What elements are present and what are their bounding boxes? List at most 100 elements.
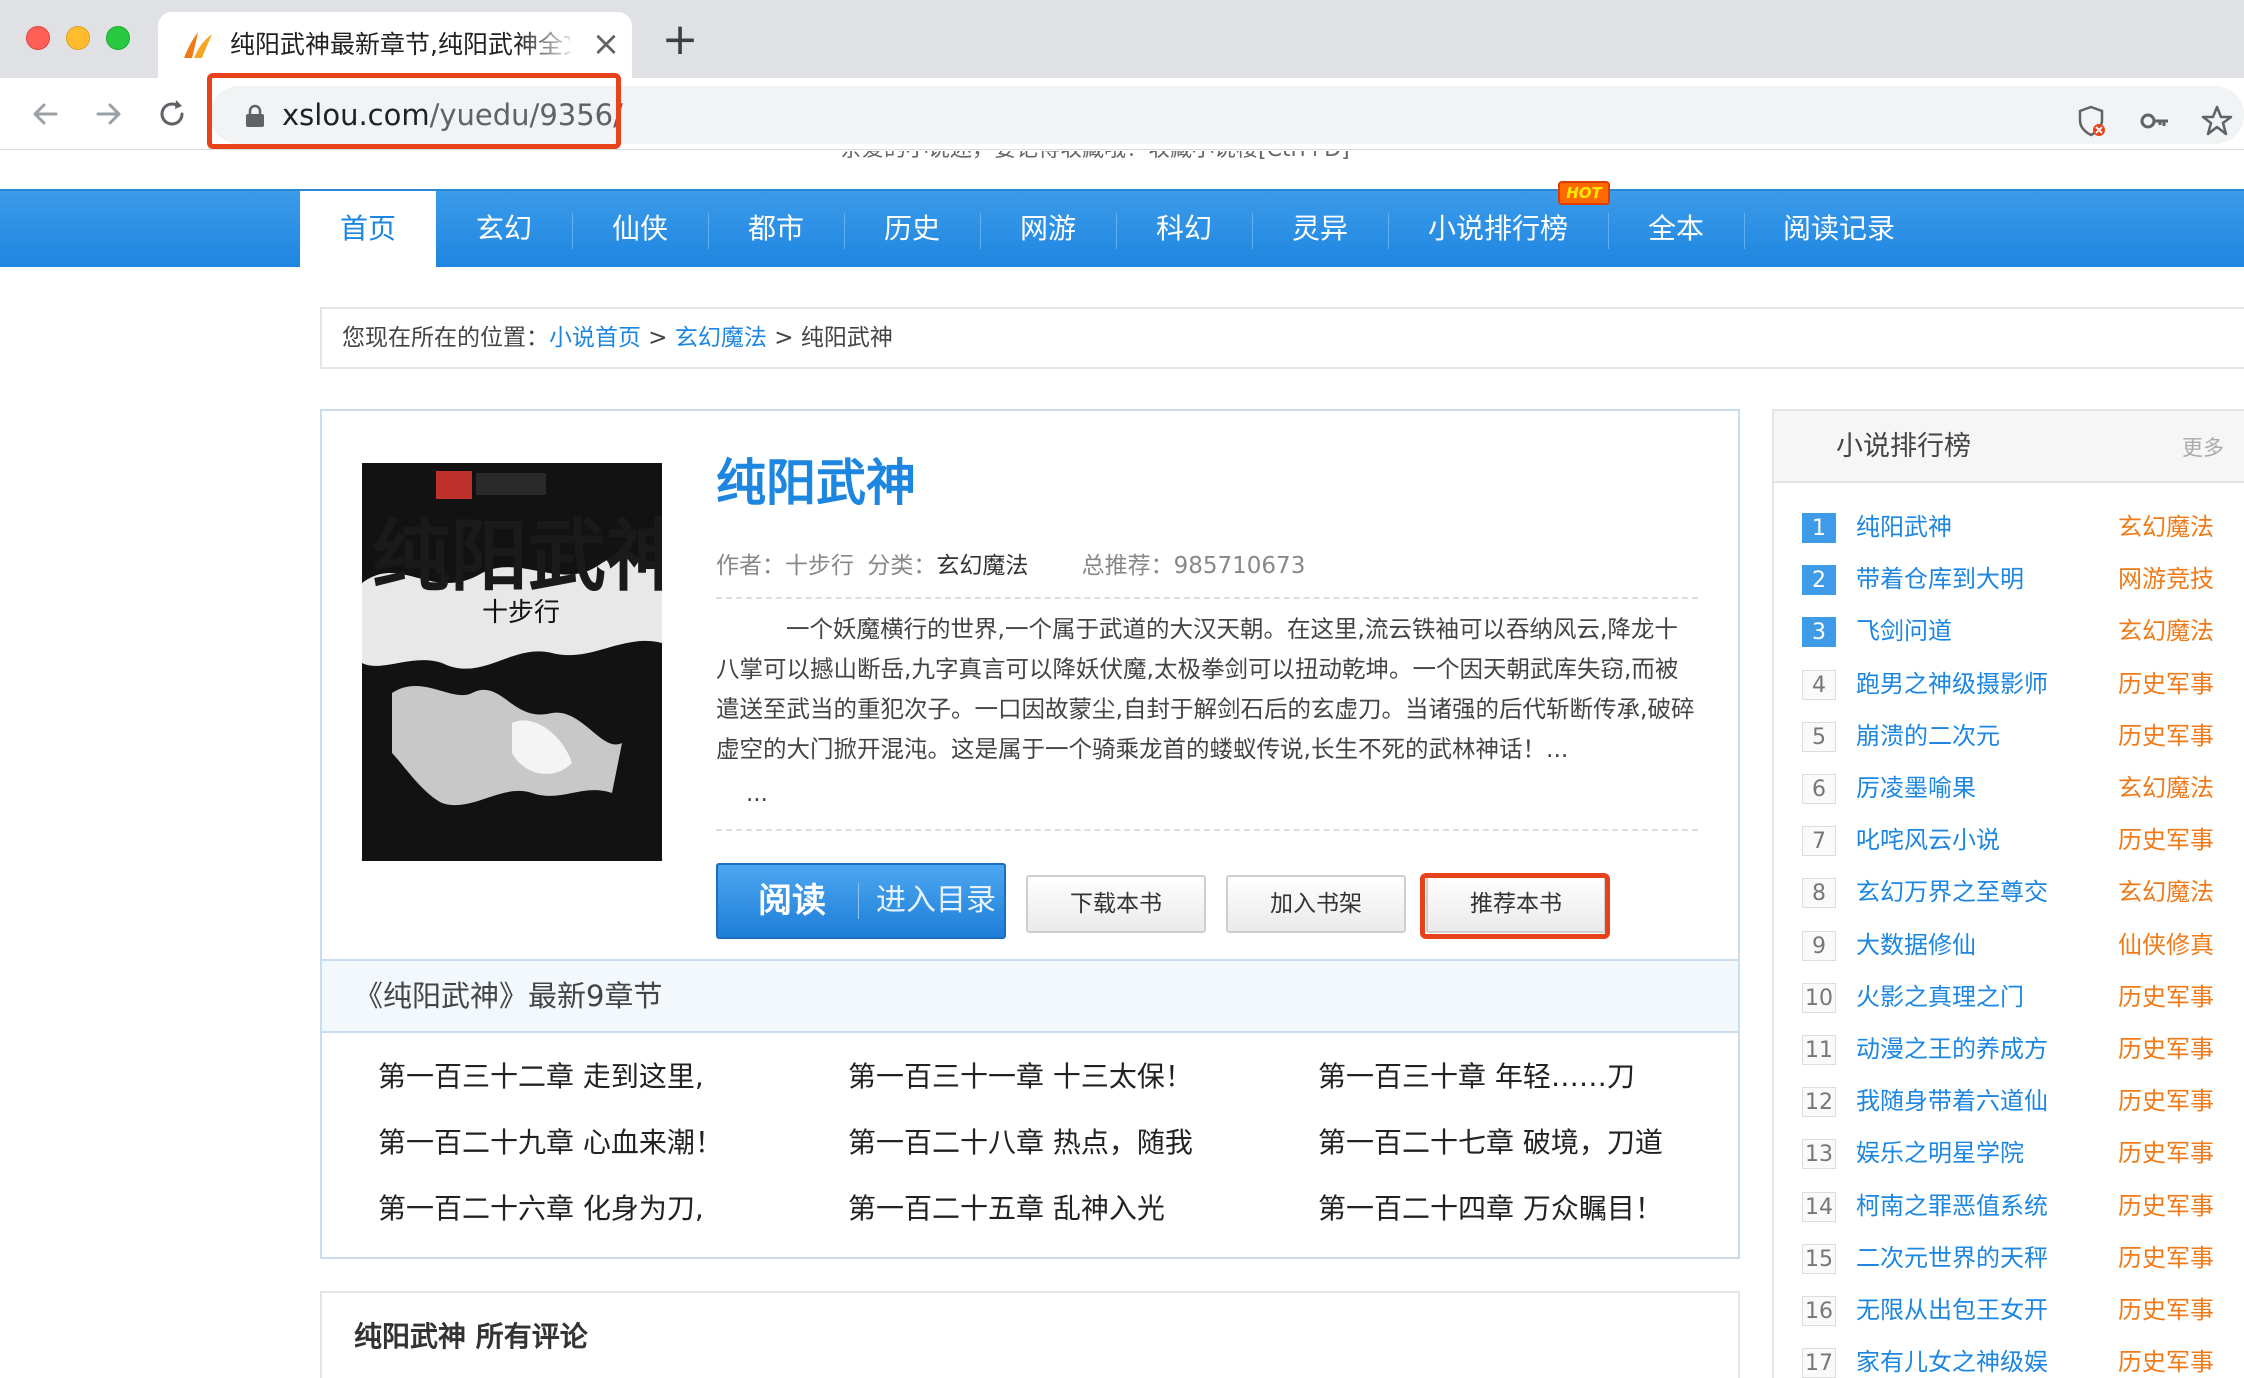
ranking-item[interactable]: 4 跑男之神级摄影师 历史军事 [1774,658,2244,710]
ranking-item[interactable]: 14 柯南之罪恶值系统 历史军事 [1774,1180,2244,1232]
nav-item-history[interactable]: 阅读记录 [1744,191,1934,269]
key-icon[interactable] [2138,104,2172,138]
chapter-link[interactable]: 第一百二十八章 热点，随我 [848,1123,1193,1163]
ranking-item[interactable]: 6 厉凌墨喻果 玄幻魔法 [1774,762,2244,814]
rank-number: 6 [1802,774,1836,804]
chapter-link[interactable]: 第一百三十二章 走到这里, [378,1057,704,1097]
ranking-item[interactable]: 17 家有儿女之神级娱 历史军事 [1774,1336,2244,1378]
chapter-link[interactable]: 第一百二十六章 化身为刀, [378,1189,704,1229]
rank-category-link[interactable]: 仙侠修真 [2118,927,2214,963]
add-to-shelf-button[interactable]: 加入书架 [1226,875,1406,933]
nav-item-home[interactable]: 首页 [300,191,436,269]
latest-chapters-heading: 《纯阳武神》最新9章节 [322,959,1738,1033]
nav-item-kehuan[interactable]: 科幻 [1116,191,1252,269]
rank-number: 17 [1802,1348,1836,1378]
rank-category-link[interactable]: 玄幻魔法 [2118,509,2214,545]
nav-item-complete[interactable]: 全本 [1608,191,1744,269]
rank-category-link[interactable]: 历史军事 [2118,822,2214,858]
rank-book-link[interactable]: 柯南之罪恶值系统 [1856,1188,2048,1224]
browser-tab-bar: 纯阳武神最新章节,纯阳武神全文 × + [0,0,2244,78]
rank-number: 5 [1802,721,1836,752]
breadcrumb-home-link[interactable]: 小说首页 [549,325,641,351]
chapter-link[interactable]: 第一百三十一章 十三太保！ [848,1057,1193,1097]
ranking-title: 小说排行榜 [1836,431,1971,462]
rank-book-link[interactable]: 崩溃的二次元 [1856,718,2000,754]
ranking-item[interactable]: 5 崩溃的二次元 历史军事 [1774,710,2244,762]
rank-book-link[interactable]: 玄幻万界之至尊交 [1856,874,2048,910]
nav-item-dushi[interactable]: 都市 [708,191,844,269]
ranking-panel: 小说排行榜 更多 1 纯阳武神 玄幻魔法 2 带着仓库到大明 网游竞技 3 飞剑问道 玄幻魔法 4… [1772,409,2244,1378]
rank-book-link[interactable]: 无限从出包王女开 [1856,1292,2048,1328]
nav-item-lingyi[interactable]: 灵异 [1252,191,1388,269]
nav-item-lishi[interactable]: 历史 [844,191,980,269]
rank-category-link[interactable]: 历史军事 [2118,1344,2214,1378]
rank-book-link[interactable]: 飞剑问道 [1856,613,1952,649]
bookmark-star-icon[interactable] [2200,104,2234,138]
book-title: 纯阳武神 [716,454,916,512]
rank-book-link[interactable]: 大数据修仙 [1856,927,1976,963]
rank-number: 4 [1802,669,1836,700]
chapter-link[interactable]: 第一百三十章 年轻……刀 [1318,1057,1635,1097]
book-cover-image[interactable]: 纯阳武神 十步行 [362,463,662,861]
rank-book-link[interactable]: 厉凌墨喻果 [1856,770,1976,806]
rank-category-link[interactable]: 玄幻魔法 [2118,613,2214,649]
rank-category-link[interactable]: 玄幻魔法 [2118,874,2214,910]
rank-category-link[interactable]: 历史军事 [2118,1240,2214,1276]
rank-book-link[interactable]: 火影之真理之门 [1856,979,2024,1015]
chapter-link[interactable]: 第一百二十七章 破境，刀道 [1318,1123,1663,1163]
read-button[interactable]: 阅读 进入目录 [716,863,1006,939]
ranking-item[interactable]: 3 飞剑问道 玄幻魔法 [1774,605,2244,657]
ranking-item[interactable]: 1 纯阳武神 玄幻魔法 [1774,501,2244,553]
minimize-window-button[interactable] [66,26,90,50]
ranking-item[interactable]: 2 带着仓库到大明 网游竞技 [1774,553,2244,605]
rank-category-link[interactable]: 网游竞技 [2118,561,2214,597]
rank-book-link[interactable]: 叱咤风云小说 [1856,822,2000,858]
rank-category-link[interactable]: 历史军事 [2118,1135,2214,1171]
chapter-link[interactable]: 第一百二十四章 万众瞩目！ [1318,1189,1663,1229]
rank-category-link[interactable]: 历史军事 [2118,1031,2214,1067]
rank-category-link[interactable]: 历史军事 [2118,1083,2214,1119]
close-window-button[interactable] [26,26,50,50]
rank-book-link[interactable]: 纯阳武神 [1856,509,1952,545]
rank-book-link[interactable]: 二次元世界的天秤 [1856,1240,2048,1276]
rank-book-link[interactable]: 我随身带着六道仙 [1856,1083,2048,1119]
rank-category-link[interactable]: 历史军事 [2118,1188,2214,1224]
nav-item-wangyou[interactable]: 网游 [980,191,1116,269]
new-tab-button[interactable]: + [660,18,700,62]
rank-category-link[interactable]: 历史军事 [2118,979,2214,1015]
chapter-link[interactable]: 第一百二十九章 心血来潮！ [378,1123,723,1163]
rank-book-link[interactable]: 家有儿女之神级娱 [1856,1344,2048,1378]
ranking-item[interactable]: 16 无限从出包王女开 历史军事 [1774,1284,2244,1336]
rank-category-link[interactable]: 历史军事 [2118,718,2214,754]
ranking-item[interactable]: 9 大数据修仙 仙侠修真 [1774,919,2244,971]
back-arrow-icon[interactable] [26,94,66,134]
rank-category-link[interactable]: 历史军事 [2118,666,2214,702]
browser-tab[interactable]: 纯阳武神最新章节,纯阳武神全文 × [158,12,632,78]
rank-book-link[interactable]: 跑男之神级摄影师 [1856,666,2048,702]
chapter-link[interactable]: 第一百二十五章 乱神入光 [848,1189,1165,1229]
ranking-more-link[interactable]: 更多 [2182,433,2224,463]
ranking-item[interactable]: 12 我随身带着六道仙 历史军事 [1774,1075,2244,1127]
rank-book-link[interactable]: 娱乐之明星学院 [1856,1135,2024,1171]
ranking-item[interactable]: 11 动漫之王的养成方 历史军事 [1774,1023,2244,1075]
reload-icon[interactable] [152,94,192,134]
rank-category-link[interactable]: 玄幻魔法 [2118,770,2214,806]
rank-category-link[interactable]: 历史军事 [2118,1292,2214,1328]
read-label: 阅读 [758,881,826,921]
ranking-item[interactable]: 15 二次元世界的天秤 历史军事 [1774,1232,2244,1284]
rank-book-link[interactable]: 带着仓库到大明 [1856,561,2024,597]
ranking-item[interactable]: 8 玄幻万界之至尊交 玄幻魔法 [1774,866,2244,918]
breadcrumb-category-link[interactable]: 玄幻魔法 [675,325,767,351]
rank-number: 8 [1802,878,1836,909]
tab-close-icon[interactable]: × [588,26,624,62]
shield-blocked-icon[interactable] [2074,104,2108,138]
nav-item-xuanhuan[interactable]: 玄幻 [436,191,572,269]
rank-book-link[interactable]: 动漫之王的养成方 [1856,1031,2048,1067]
ranking-item[interactable]: 7 叱咤风云小说 历史军事 [1774,814,2244,866]
download-button[interactable]: 下载本书 [1026,875,1206,933]
forward-arrow-icon[interactable] [88,94,128,134]
maximize-window-button[interactable] [106,26,130,50]
ranking-item[interactable]: 10 火影之真理之门 历史军事 [1774,971,2244,1023]
ranking-item[interactable]: 13 娱乐之明星学院 历史军事 [1774,1127,2244,1179]
nav-item-xianxia[interactable]: 仙侠 [572,191,708,269]
